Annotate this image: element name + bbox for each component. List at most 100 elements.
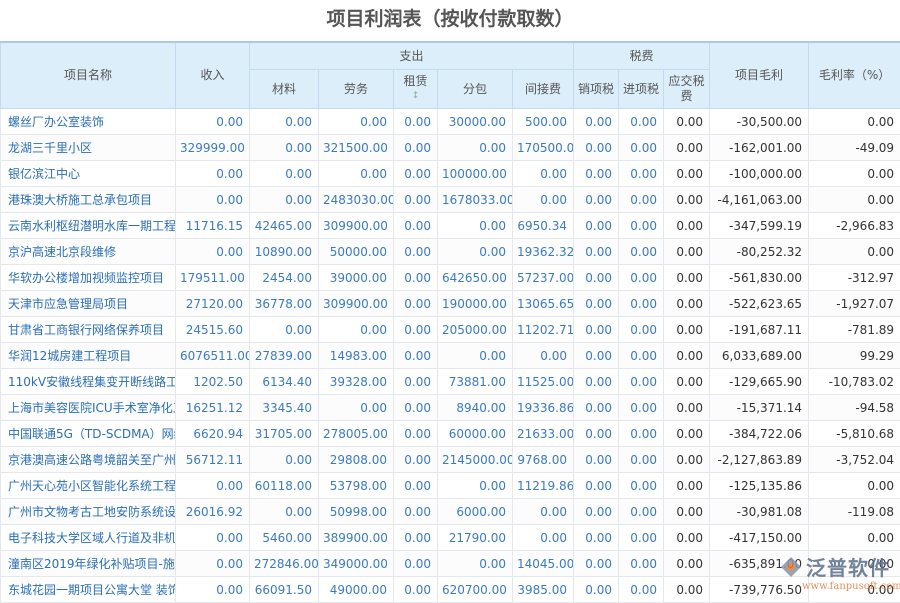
- cell-subcontract: 0.00: [438, 239, 513, 265]
- cell-indirect-cost: 19336.86: [513, 395, 574, 421]
- cell-material: 272846.00: [250, 551, 319, 577]
- cell-income: 24515.60: [176, 317, 250, 343]
- cell-project-name[interactable]: 京港澳高速公路粤境韶关至广州北段: [1, 447, 176, 473]
- cell-material: 5460.00: [250, 525, 319, 551]
- cell-project-name[interactable]: 甘肃省工商银行网络保养项目: [1, 317, 176, 343]
- header-labor[interactable]: 劳务: [319, 70, 394, 109]
- table-row[interactable]: 京港澳高速公路粤境韶关至广州北段56712.110.0029808.000.00…: [1, 447, 900, 473]
- cell-project-name[interactable]: 潼南区2019年绿化补贴项目-施工: [1, 551, 176, 577]
- cell-payable-tax: 0.00: [664, 161, 710, 187]
- cell-labor: 50998.00: [319, 499, 394, 525]
- cell-project-name[interactable]: 华润12城房建工程项目: [1, 343, 176, 369]
- cell-project-name[interactable]: 螺丝厂办公室装饰: [1, 109, 176, 135]
- header-material[interactable]: 材料: [250, 70, 319, 109]
- table-row[interactable]: 广州天心苑小区智能化系统工程0.0060118.0053798.000.000.…: [1, 473, 900, 499]
- header-payable-tax[interactable]: 应交税费: [664, 70, 710, 109]
- cell-labor: 349000.00: [319, 551, 394, 577]
- cell-input-tax: 0.00: [619, 473, 664, 499]
- header-subcontract[interactable]: 分包: [438, 70, 513, 109]
- table-row[interactable]: 110kV安徽线程集变开断线路工程1202.506134.4039328.000…: [1, 369, 900, 395]
- cell-project-name[interactable]: 广州天心苑小区智能化系统工程: [1, 473, 176, 499]
- cell-payable-tax: 0.00: [664, 421, 710, 447]
- cell-income: 1202.50: [176, 369, 250, 395]
- cell-indirect-cost: 0.00: [513, 161, 574, 187]
- cell-payable-tax: 0.00: [664, 213, 710, 239]
- cell-income: 0.00: [176, 187, 250, 213]
- cell-indirect-cost: 0.00: [513, 499, 574, 525]
- header-gross-margin[interactable]: 毛利率（%）: [809, 42, 900, 109]
- table-row[interactable]: 天津市应急管理局项目27120.0036778.00309900.000.001…: [1, 291, 900, 317]
- cell-material: 0.00: [250, 187, 319, 213]
- cell-gross-margin: -119.08: [809, 499, 900, 525]
- cell-subcontract: 620700.00: [438, 577, 513, 603]
- table-row[interactable]: 甘肃省工商银行网络保养项目24515.600.000.000.00205000.…: [1, 317, 900, 343]
- header-income[interactable]: 收入: [176, 42, 250, 109]
- cell-project-name[interactable]: 华软办公楼增加视频监控项目: [1, 265, 176, 291]
- cell-gross-profit: -4,161,063.00: [710, 187, 809, 213]
- cell-project-name[interactable]: 云南水利枢纽潜明水库一期工程施工: [1, 213, 176, 239]
- cell-material: 0.00: [250, 135, 319, 161]
- cell-gross-profit: -125,135.86: [710, 473, 809, 499]
- cell-indirect-cost: 21633.00: [513, 421, 574, 447]
- cell-input-tax: 0.00: [619, 421, 664, 447]
- cell-labor: 309900.00: [319, 213, 394, 239]
- cell-material: 2454.00: [250, 265, 319, 291]
- cell-rent: 0.00: [394, 187, 438, 213]
- table-row[interactable]: 云南水利枢纽潜明水库一期工程施工11716.1542465.00309900.0…: [1, 213, 900, 239]
- cell-labor: 39000.00: [319, 265, 394, 291]
- cell-project-name[interactable]: 港珠澳大桥施工总承包项目: [1, 187, 176, 213]
- cell-gross-profit: 6,033,689.00: [710, 343, 809, 369]
- cell-gross-profit: -561,830.00: [710, 265, 809, 291]
- header-indirect-cost[interactable]: 间接费: [513, 70, 574, 109]
- table-row[interactable]: 华润12城房建工程项目6076511.0027839.0014983.000.0…: [1, 343, 900, 369]
- cell-indirect-cost: 11219.86: [513, 473, 574, 499]
- header-rent[interactable]: 租赁↕: [394, 70, 438, 109]
- cell-income: 26016.92: [176, 499, 250, 525]
- cell-project-name[interactable]: 上海市美容医院ICU手术室净化工程: [1, 395, 176, 421]
- cell-subcontract: 73881.00: [438, 369, 513, 395]
- cell-project-name[interactable]: 天津市应急管理局项目: [1, 291, 176, 317]
- table-row[interactable]: 上海市美容医院ICU手术室净化工程16251.123345.400.000.00…: [1, 395, 900, 421]
- cell-subcontract: 30000.00: [438, 109, 513, 135]
- table-row[interactable]: 京沪高速北京段维修0.0010890.0050000.000.000.00193…: [1, 239, 900, 265]
- cell-input-tax: 0.00: [619, 239, 664, 265]
- header-output-tax[interactable]: 销项税: [574, 70, 619, 109]
- sort-icon[interactable]: ↕: [394, 89, 437, 104]
- table-row[interactable]: 银亿滨江中心0.000.000.000.00100000.000.000.000…: [1, 161, 900, 187]
- cell-gross-margin: -2,966.83: [809, 213, 900, 239]
- table-row[interactable]: 东城花园一期项目公寓大堂 装饰0.0066091.5049000.000.006…: [1, 577, 900, 603]
- cell-payable-tax: 0.00: [664, 187, 710, 213]
- cell-gross-profit: -417,150.00: [710, 525, 809, 551]
- cell-output-tax: 0.00: [574, 577, 619, 603]
- cell-material: 36778.00: [250, 291, 319, 317]
- cell-payable-tax: 0.00: [664, 369, 710, 395]
- cell-indirect-cost: 11525.00: [513, 369, 574, 395]
- table-row[interactable]: 龙湖三千里小区329999.000.00321500.000.000.00170…: [1, 135, 900, 161]
- table-row[interactable]: 中国联通5G（TD-SCDMA）网络6620.9431705.00278005.…: [1, 421, 900, 447]
- cell-project-name[interactable]: 110kV安徽线程集变开断线路工程: [1, 369, 176, 395]
- cell-project-name[interactable]: 中国联通5G（TD-SCDMA）网络: [1, 421, 176, 447]
- cell-input-tax: 0.00: [619, 213, 664, 239]
- table-row[interactable]: 港珠澳大桥施工总承包项目0.000.002483030.000.00167803…: [1, 187, 900, 213]
- table-row[interactable]: 潼南区2019年绿化补贴项目-施工0.00272846.00349000.000…: [1, 551, 900, 577]
- cell-payable-tax: 0.00: [664, 135, 710, 161]
- cell-project-name[interactable]: 电子科技大学区域人行道及非机动车道: [1, 525, 176, 551]
- cell-labor: 29808.00: [319, 447, 394, 473]
- header-project-name[interactable]: 项目名称: [1, 42, 176, 109]
- header-input-tax[interactable]: 进项税: [619, 70, 664, 109]
- header-gross-profit[interactable]: 项目毛利: [710, 42, 809, 109]
- table-row[interactable]: 螺丝厂办公室装饰0.000.000.000.0030000.00500.000.…: [1, 109, 900, 135]
- table-row[interactable]: 华软办公楼增加视频监控项目179511.002454.0039000.000.0…: [1, 265, 900, 291]
- table-row[interactable]: 电子科技大学区域人行道及非机动车道0.005460.00389900.000.0…: [1, 525, 900, 551]
- cell-project-name[interactable]: 京沪高速北京段维修: [1, 239, 176, 265]
- header-rent-label: 租赁: [403, 74, 427, 88]
- cell-subcontract: 8940.00: [438, 395, 513, 421]
- table-row[interactable]: 广州市文物考古工地安防系统设计26016.920.0050998.000.006…: [1, 499, 900, 525]
- cell-labor: 389900.00: [319, 525, 394, 551]
- cell-project-name[interactable]: 广州市文物考古工地安防系统设计: [1, 499, 176, 525]
- cell-project-name[interactable]: 东城花园一期项目公寓大堂 装饰: [1, 577, 176, 603]
- cell-project-name[interactable]: 龙湖三千里小区: [1, 135, 176, 161]
- cell-project-name[interactable]: 银亿滨江中心: [1, 161, 176, 187]
- cell-output-tax: 0.00: [574, 447, 619, 473]
- cell-input-tax: 0.00: [619, 577, 664, 603]
